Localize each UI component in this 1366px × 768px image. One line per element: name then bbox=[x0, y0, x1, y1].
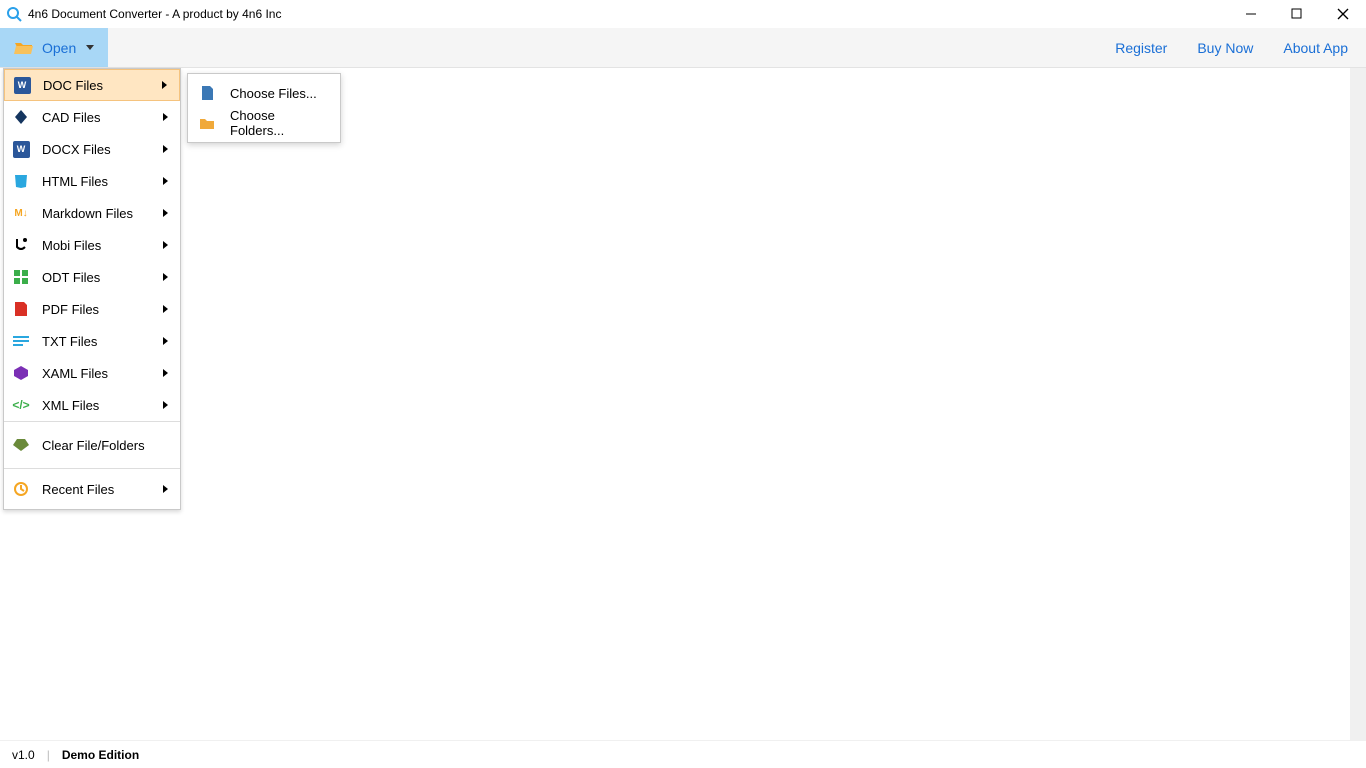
pdf-icon bbox=[12, 300, 30, 318]
chevron-right-icon bbox=[163, 241, 168, 249]
xml-icon: </> bbox=[12, 396, 30, 414]
menu-item-odt-files[interactable]: ODT Files bbox=[4, 261, 180, 293]
xaml-icon bbox=[12, 364, 30, 382]
file-icon bbox=[198, 84, 216, 102]
about-app-link[interactable]: About App bbox=[1283, 40, 1348, 56]
separator: | bbox=[47, 748, 50, 762]
txt-icon bbox=[12, 332, 30, 350]
eraser-icon bbox=[12, 436, 30, 454]
register-link[interactable]: Register bbox=[1115, 40, 1167, 56]
scrollbar-track[interactable] bbox=[1350, 68, 1366, 740]
open-dropdown-menu: W DOC Files CAD Files W DOCX Files HTML … bbox=[3, 68, 181, 510]
chevron-right-icon bbox=[163, 273, 168, 281]
menu-item-cad-files[interactable]: CAD Files bbox=[4, 101, 180, 133]
menu-item-recent[interactable]: Recent Files bbox=[4, 469, 180, 509]
chevron-right-icon bbox=[163, 369, 168, 377]
markdown-icon: M↓ bbox=[12, 204, 30, 222]
menu-item-pdf-files[interactable]: PDF Files bbox=[4, 293, 180, 325]
chevron-right-icon bbox=[163, 209, 168, 217]
menu-item-clear[interactable]: Clear File/Folders bbox=[4, 422, 180, 468]
caret-down-icon bbox=[86, 45, 94, 50]
menu-item-txt-files[interactable]: TXT Files bbox=[4, 325, 180, 357]
menu-item-markdown-files[interactable]: M↓ Markdown Files bbox=[4, 197, 180, 229]
maximize-button[interactable] bbox=[1274, 0, 1320, 28]
chevron-right-icon bbox=[163, 401, 168, 409]
menu-item-docx-files[interactable]: W DOCX Files bbox=[4, 133, 180, 165]
folder-icon bbox=[198, 114, 216, 132]
menu-item-xaml-files[interactable]: XAML Files bbox=[4, 357, 180, 389]
html-icon bbox=[12, 172, 30, 190]
folder-open-icon bbox=[14, 40, 34, 56]
chevron-right-icon bbox=[163, 337, 168, 345]
chevron-right-icon bbox=[163, 177, 168, 185]
doc-files-submenu: Choose Files... Choose Folders... bbox=[187, 73, 341, 143]
status-bar: v1.0 | Demo Edition bbox=[0, 740, 1366, 768]
chevron-right-icon bbox=[163, 145, 168, 153]
submenu-choose-files[interactable]: Choose Files... bbox=[188, 78, 340, 108]
menu-item-xml-files[interactable]: </> XML Files bbox=[4, 389, 180, 421]
docx-icon: W bbox=[12, 140, 30, 158]
chevron-right-icon bbox=[163, 113, 168, 121]
toolbar-links: Register Buy Now About App bbox=[1115, 28, 1366, 67]
submenu-choose-folders[interactable]: Choose Folders... bbox=[188, 108, 340, 138]
magnifier-icon bbox=[6, 6, 22, 22]
edition-label: Demo Edition bbox=[62, 748, 139, 762]
menu-item-mobi-files[interactable]: Mobi Files bbox=[4, 229, 180, 261]
chevron-right-icon bbox=[163, 485, 168, 493]
history-icon bbox=[12, 480, 30, 498]
window-controls bbox=[1228, 0, 1366, 28]
cad-icon bbox=[12, 108, 30, 126]
odt-icon bbox=[12, 268, 30, 286]
open-label: Open bbox=[42, 40, 76, 56]
chevron-right-icon bbox=[162, 81, 167, 89]
window-title: 4n6 Document Converter - A product by 4n… bbox=[28, 7, 1228, 21]
body-area: W DOC Files CAD Files W DOCX Files HTML … bbox=[0, 68, 1366, 740]
minimize-button[interactable] bbox=[1228, 0, 1274, 28]
doc-icon: W bbox=[13, 76, 31, 94]
chevron-right-icon bbox=[163, 305, 168, 313]
mobi-icon bbox=[12, 236, 30, 254]
title-bar: 4n6 Document Converter - A product by 4n… bbox=[0, 0, 1366, 28]
menu-item-html-files[interactable]: HTML Files bbox=[4, 165, 180, 197]
app-window: 4n6 Document Converter - A product by 4n… bbox=[0, 0, 1366, 768]
toolbar: Open Register Buy Now About App bbox=[0, 28, 1366, 68]
buy-now-link[interactable]: Buy Now bbox=[1197, 40, 1253, 56]
menu-item-doc-files[interactable]: W DOC Files bbox=[4, 69, 180, 101]
close-button[interactable] bbox=[1320, 0, 1366, 28]
open-button[interactable]: Open bbox=[0, 28, 108, 67]
version-label: v1.0 bbox=[12, 748, 35, 762]
